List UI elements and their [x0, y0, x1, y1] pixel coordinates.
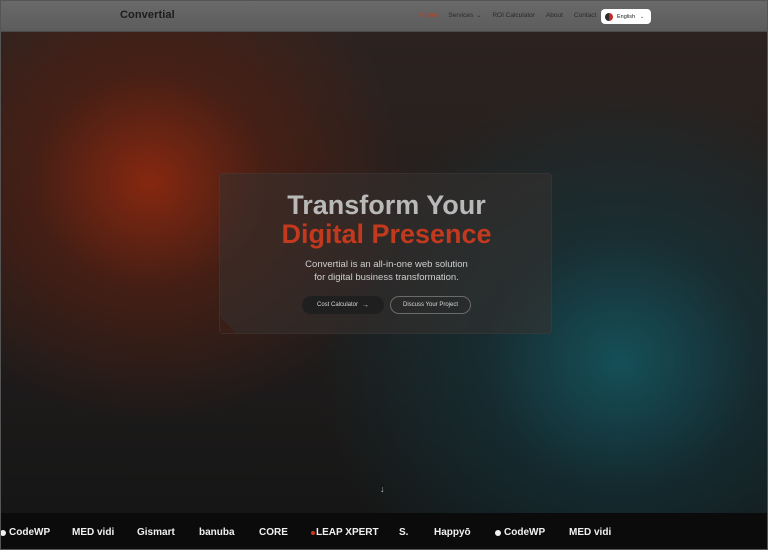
nav-link-home-label: Home: [420, 12, 438, 19]
logo-label: LEAP XPERT: [316, 527, 379, 538]
logo-gismart: Gismart: [137, 527, 175, 538]
hero-subtitle-line2: for digital business transformation.: [314, 271, 459, 283]
scroll-down-arrow-icon[interactable]: ↓: [380, 484, 385, 494]
logo-label: MED vidi: [72, 527, 115, 538]
logo-s: S.: [399, 527, 408, 538]
hero-card: Transform Your Digital Presence Converti…: [219, 173, 552, 334]
discuss-project-label: Discuss Your Project: [402, 302, 459, 308]
chevron-down-icon: ⌄: [640, 13, 645, 20]
logo-core: CORE: [259, 527, 288, 538]
navbar: Convertial Home Services ⌄ ROI Calculator…: [0, 0, 768, 32]
cost-calculator-label: Cost Calculator: [316, 302, 358, 308]
nav-link-services[interactable]: Services ⌄: [448, 12, 481, 19]
logo-happyo: Happyō: [434, 527, 471, 538]
logo-leapxpert: LEAP XPERT: [311, 527, 379, 538]
leapxpert-dot-icon: [311, 530, 315, 535]
logo-label: Gismart: [137, 527, 175, 538]
logo-label: Happyō: [434, 527, 471, 538]
nav-link-about[interactable]: About: [546, 12, 563, 19]
language-selector[interactable]: English ⌄: [601, 9, 651, 24]
discuss-project-button[interactable]: Discuss Your Project: [390, 296, 471, 314]
flag-icon: [605, 12, 613, 21]
hero-section: Transform Your Digital Presence Converti…: [0, 32, 768, 513]
arrow-right-icon: →: [362, 301, 369, 309]
logo-codewp-2: CodeWP: [495, 527, 545, 538]
logo-label: CodeWP: [504, 527, 546, 538]
logo-label: S.: [399, 527, 409, 538]
brand-logo[interactable]: Convertial: [120, 9, 175, 21]
hero-subtitle: Convertial is an all-in-one web solution…: [220, 259, 553, 284]
codewp-dot-icon: [495, 529, 501, 536]
codewp-dot-icon: [0, 529, 6, 536]
hero-subtitle-line1: Convertial is an all-in-one web solution: [305, 259, 468, 270]
nav-link-roi-label: ROI Calculator: [492, 12, 535, 19]
logo-medvidi: MED vidi: [72, 527, 114, 538]
logo-label: CodeWP: [9, 527, 51, 538]
nav-link-home[interactable]: Home: [420, 12, 437, 19]
card-corner-decoration: [220, 317, 236, 333]
hero-headline-line1: Transform Your: [287, 190, 486, 220]
logo-medvidi-2: MED vidi: [569, 527, 611, 538]
hero-headline-line2: Digital Presence: [281, 219, 492, 249]
logo-label: MED vidi: [569, 527, 612, 538]
nav-link-contact[interactable]: Contact: [574, 12, 596, 19]
logo-label: CORE: [259, 527, 288, 538]
language-label: English: [617, 13, 636, 20]
nav-link-about-label: About: [545, 12, 563, 19]
nav-link-roi-calculator[interactable]: ROI Calculator: [492, 12, 535, 19]
cost-calculator-button[interactable]: Cost Calculator →: [302, 296, 384, 314]
logo-label: banuba: [199, 527, 235, 538]
client-logo-strip: CodeWP MED vidi Gismart banuba CORE LEAP…: [0, 513, 768, 550]
chevron-down-icon: ⌄: [476, 13, 482, 19]
nav-link-services-label: Services: [448, 12, 474, 19]
nav-links: Home Services ⌄ ROI Calculator About Cont…: [420, 12, 607, 19]
nav-link-contact-label: Contact: [573, 12, 597, 19]
logo-banuba: banuba: [199, 527, 235, 538]
logo-codewp: CodeWP: [0, 527, 50, 538]
